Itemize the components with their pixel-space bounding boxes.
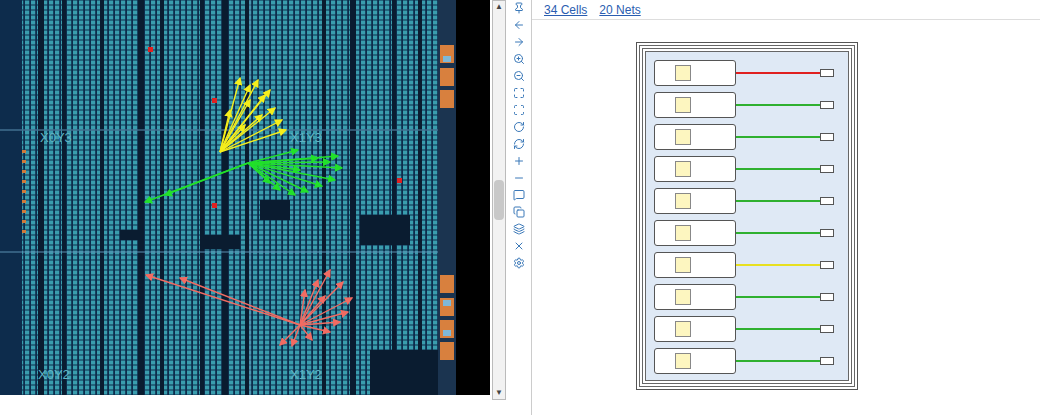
- schematic-cell-row[interactable]: [654, 348, 840, 374]
- schematic-header: 34 Cells 20 Nets: [532, 0, 1040, 20]
- net-wire[interactable]: [736, 136, 820, 138]
- clock-region-label: X0Y3: [40, 128, 72, 148]
- schematic-cell-row[interactable]: [654, 92, 840, 118]
- schematic-cell-row[interactable]: [654, 124, 840, 150]
- port-box[interactable]: [820, 325, 834, 333]
- port-box[interactable]: [820, 261, 834, 269]
- port-box[interactable]: [820, 133, 834, 141]
- tool-icon[interactable]: [513, 189, 525, 201]
- vertical-scrollbar[interactable]: ▲▼: [492, 0, 506, 400]
- tool-icon[interactable]: [513, 53, 525, 65]
- tool-icon[interactable]: [513, 206, 525, 218]
- flop-box[interactable]: [675, 65, 691, 81]
- device-grid: [0, 0, 490, 395]
- schematic-cell-row[interactable]: [654, 156, 840, 182]
- cell-block[interactable]: [654, 156, 736, 182]
- clock-region-label: X1Y3: [290, 128, 322, 148]
- tool-icon[interactable]: [513, 36, 525, 48]
- cell-block[interactable]: [654, 220, 736, 246]
- flop-box[interactable]: [675, 161, 691, 177]
- schematic-panel: 34 Cells 20 Nets: [532, 0, 1040, 415]
- tool-icon[interactable]: [513, 172, 525, 184]
- tool-icon[interactable]: [513, 240, 525, 252]
- port-box[interactable]: [820, 101, 834, 109]
- cell-block[interactable]: [654, 348, 736, 374]
- tool-icon[interactable]: [513, 223, 525, 235]
- schematic-frame[interactable]: [636, 42, 858, 390]
- schematic-cell-row[interactable]: [654, 188, 840, 214]
- tool-icon[interactable]: [513, 2, 525, 14]
- tool-icon[interactable]: [513, 121, 525, 133]
- net-wire[interactable]: [736, 168, 820, 170]
- port-box[interactable]: [820, 165, 834, 173]
- flop-box[interactable]: [675, 129, 691, 145]
- flop-box[interactable]: [675, 193, 691, 209]
- cell-block[interactable]: [654, 316, 736, 342]
- net-wire[interactable]: [736, 232, 820, 234]
- tool-icon[interactable]: [513, 138, 525, 150]
- schematic-cell-row[interactable]: [654, 284, 840, 310]
- tool-icon[interactable]: [513, 87, 525, 99]
- schematic-cell-row[interactable]: [654, 220, 840, 246]
- net-wire[interactable]: [736, 72, 820, 74]
- port-box[interactable]: [820, 293, 834, 301]
- device-view[interactable]: X0Y3 X1Y3 X0Y2 X1Y2: [0, 0, 490, 395]
- app: X0Y3 X1Y3 X0Y2 X1Y2 ▲▼ 34 Cells 20 Nets: [0, 0, 1040, 415]
- cell-block[interactable]: [654, 252, 736, 278]
- net-wire[interactable]: [736, 200, 820, 202]
- net-wire[interactable]: [736, 296, 820, 298]
- tool-icon[interactable]: [513, 104, 525, 116]
- tool-icon[interactable]: [513, 155, 525, 167]
- flop-box[interactable]: [675, 225, 691, 241]
- schematic-cell-row[interactable]: [654, 252, 840, 278]
- clock-region-label: X1Y2: [290, 365, 322, 385]
- net-wire[interactable]: [736, 328, 820, 330]
- port-box[interactable]: [820, 197, 834, 205]
- cell-block[interactable]: [654, 60, 736, 86]
- net-wire[interactable]: [736, 264, 820, 266]
- nets-link[interactable]: 20 Nets: [599, 1, 640, 19]
- toolbar: [506, 0, 532, 415]
- flop-box[interactable]: [675, 321, 691, 337]
- cell-block[interactable]: [654, 124, 736, 150]
- tool-icon[interactable]: [513, 70, 525, 82]
- port-box[interactable]: [820, 69, 834, 77]
- cell-block[interactable]: [654, 188, 736, 214]
- cell-block[interactable]: [654, 284, 736, 310]
- port-box[interactable]: [820, 357, 834, 365]
- schematic-cell-row[interactable]: [654, 316, 840, 342]
- cell-block[interactable]: [654, 92, 736, 118]
- net-wire[interactable]: [736, 104, 820, 106]
- net-wire[interactable]: [736, 360, 820, 362]
- flop-box[interactable]: [675, 353, 691, 369]
- port-box[interactable]: [820, 229, 834, 237]
- flop-box[interactable]: [675, 289, 691, 305]
- cells-link[interactable]: 34 Cells: [544, 1, 587, 19]
- flop-box[interactable]: [675, 97, 691, 113]
- flop-box[interactable]: [675, 257, 691, 273]
- schematic-cell-row[interactable]: [654, 60, 840, 86]
- tool-icon[interactable]: [513, 19, 525, 31]
- clock-region-label: X0Y2: [38, 365, 70, 385]
- tool-icon[interactable]: [513, 257, 525, 269]
